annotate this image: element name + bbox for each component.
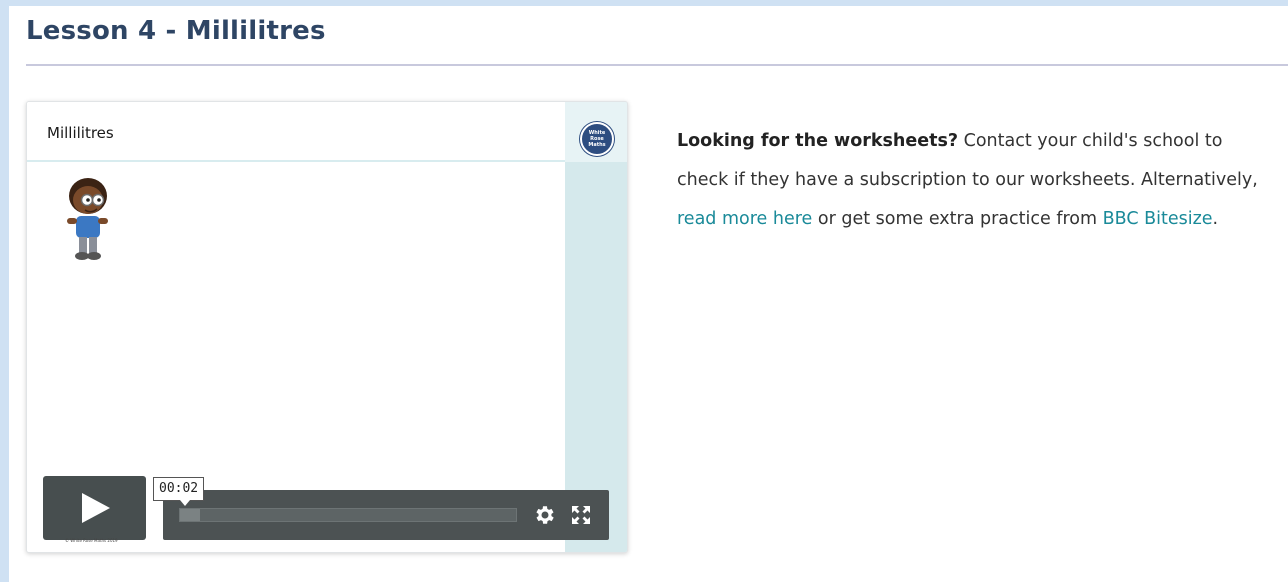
progress-bar[interactable] (179, 508, 517, 522)
white-rose-maths-logo-icon: White Rose Maths (580, 122, 614, 156)
title-divider (26, 64, 1288, 66)
video-player[interactable]: Millilitres White Rose Maths 00:02 © Whi… (26, 101, 628, 553)
content-panel: Lesson 4 - Millilitres Millilitres White… (9, 6, 1288, 582)
page-title: Lesson 4 - Millilitres (26, 16, 326, 46)
video-copyright: © White Rose Maths 2019 (65, 538, 118, 543)
info-lead: Looking for the worksheets? (677, 130, 959, 151)
video-side-strip (565, 102, 627, 552)
info-text-3: . (1212, 208, 1219, 229)
play-icon (81, 493, 110, 523)
info-text-2: or get some extra practice from (812, 208, 1103, 229)
character-illustration (67, 178, 108, 260)
video-header: Millilitres (27, 102, 565, 162)
logo-text: White Rose Maths (588, 130, 606, 148)
worksheets-info: Looking for the worksheets? Contact your… (677, 122, 1277, 239)
video-control-bar (163, 490, 609, 540)
read-more-link[interactable]: read more here (677, 209, 812, 229)
fullscreen-icon[interactable] (569, 503, 593, 527)
bbc-bitesize-link[interactable]: BBC Bitesize (1103, 209, 1213, 229)
progress-fill (180, 509, 201, 521)
play-button[interactable] (43, 476, 146, 540)
gear-icon[interactable] (533, 503, 557, 527)
time-tooltip: 00:02 (153, 477, 205, 506)
video-title: Millilitres (47, 124, 114, 142)
